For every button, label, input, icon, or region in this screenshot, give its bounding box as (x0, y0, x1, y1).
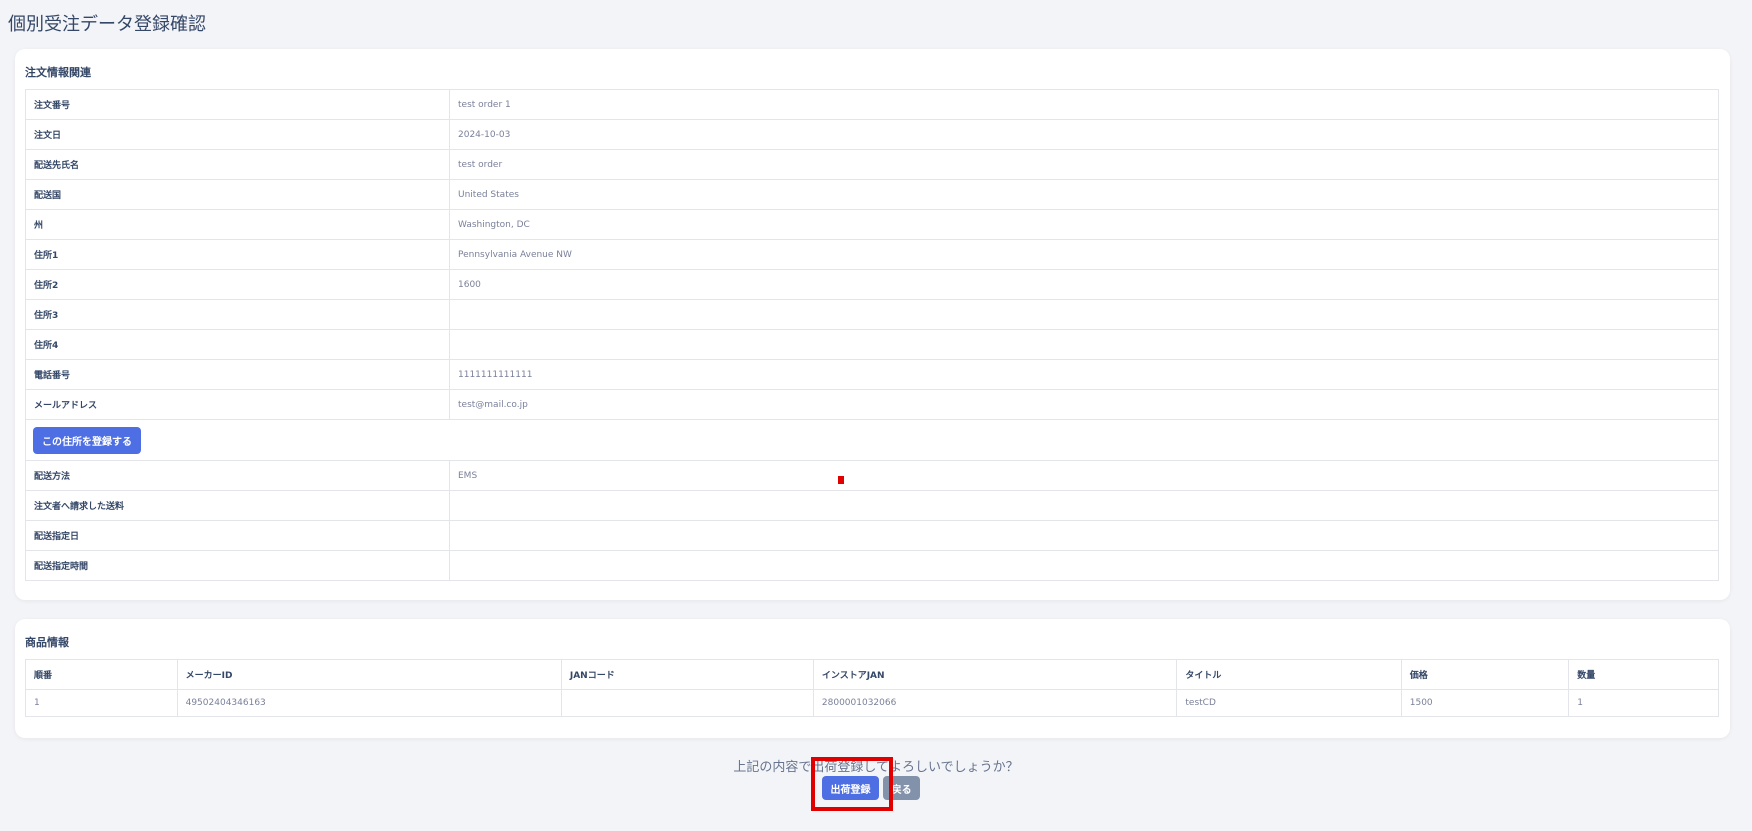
field-value: Washington, DC (449, 209, 1719, 240)
order-info-row: 配送方法 EMS (25, 460, 1719, 491)
order-info-title: 注文情報関連 (25, 66, 91, 79)
column-header: インストアJAN (812, 659, 1178, 690)
product-info-card: 商品情報 順番 メーカーID JANコード インストアJAN タイトル 価格 数量 1 495… (15, 619, 1730, 738)
field-label: 配送指定日 (25, 520, 450, 551)
order-info-row: 住所3 (25, 299, 1719, 330)
field-value: EMS (449, 460, 1719, 491)
action-buttons: 出荷登録 戻る (822, 776, 921, 800)
order-info-row: メールアドレス test@mail.co.jp (25, 389, 1719, 420)
product-table: 順番 メーカーID JANコード インストアJAN タイトル 価格 数量 1 49502404… (25, 659, 1719, 717)
order-info-row: 住所1 Pennsylvania Avenue NW (25, 239, 1719, 270)
field-value: 1111111111111 (449, 359, 1719, 390)
order-info-row: 住所2 1600 (25, 269, 1719, 300)
field-value (449, 550, 1719, 581)
field-label: 住所1 (25, 239, 450, 270)
order-info-table: 注文番号 test order 1 注文日 2024-10-03 配送先氏名 test o… (25, 89, 1719, 581)
order-info-row: 配送指定日 (25, 520, 1719, 551)
field-value (449, 490, 1719, 521)
page-title: 個別受注データ登録確認 (8, 14, 206, 35)
order-info-row: 注文者へ請求した送料 (25, 490, 1719, 521)
order-info-row: 配送指定時間 (25, 550, 1719, 581)
field-label: 配送指定時間 (25, 550, 450, 581)
product-table-header: 順番 メーカーID JANコード インストアJAN タイトル 価格 数量 (25, 659, 1719, 690)
confirm-message: 上記の内容で出荷登録してよろしいでしょうか？ (733, 760, 1019, 775)
field-value (449, 299, 1719, 330)
field-value: Pennsylvania Avenue NW (449, 239, 1719, 270)
ship-register-button[interactable]: 出荷登録 (822, 776, 879, 800)
field-value (449, 329, 1719, 360)
field-label: 住所3 (25, 299, 450, 330)
table-cell (560, 689, 814, 717)
register-address-row: この住所を登録する (25, 419, 1719, 461)
order-info-card: 注文情報関連 注文番号 test order 1 注文日 2024-10-03 配送先氏… (15, 49, 1730, 600)
order-info-row: 配送先氏名 test order (25, 149, 1719, 180)
back-button[interactable]: 戻る (883, 776, 921, 800)
order-info-row: 電話番号 1111111111111 (25, 359, 1719, 390)
column-header: 順番 (25, 659, 178, 690)
field-value: test@mail.co.jp (449, 389, 1719, 420)
field-label: 州 (25, 209, 450, 240)
column-header: 数量 (1568, 659, 1719, 690)
field-value (449, 520, 1719, 551)
field-label: 注文者へ請求した送料 (25, 490, 450, 521)
column-header: JANコード (560, 659, 814, 690)
order-info-row: 配送国 United States (25, 179, 1719, 210)
column-header: 価格 (1400, 659, 1570, 690)
field-label: 注文番号 (25, 89, 450, 120)
table-row: 1 49502404346163 2800001032066 testCD 1500 1 (25, 689, 1719, 717)
register-address-button[interactable]: この住所を登録する (33, 426, 141, 454)
field-value: test order (449, 149, 1719, 180)
order-info-row: 住所4 (25, 329, 1719, 360)
order-info-row: 州 Washington, DC (25, 209, 1719, 240)
field-label: 配送国 (25, 179, 450, 210)
order-info-row: 注文日 2024-10-03 (25, 119, 1719, 150)
field-label: 住所2 (25, 269, 450, 300)
table-cell: 2800001032066 (812, 689, 1178, 717)
field-label: 注文日 (25, 119, 450, 150)
column-header: メーカーID (176, 659, 562, 690)
table-cell: 1500 (1400, 689, 1570, 717)
field-value: 1600 (449, 269, 1719, 300)
column-header: タイトル (1176, 659, 1402, 690)
field-label: 電話番号 (25, 359, 450, 390)
table-cell: 1 (1568, 689, 1719, 717)
table-cell: testCD (1176, 689, 1402, 717)
product-info-title: 商品情報 (25, 636, 69, 649)
table-cell: 1 (25, 689, 178, 717)
field-label: メールアドレス (25, 389, 450, 420)
order-info-row: 注文番号 test order 1 (25, 89, 1719, 120)
red-marker (838, 476, 844, 484)
field-label: 住所4 (25, 329, 450, 360)
field-label: 配送先氏名 (25, 149, 450, 180)
field-value: 2024-10-03 (449, 119, 1719, 150)
field-label: 配送方法 (25, 460, 450, 491)
field-value: United States (449, 179, 1719, 210)
table-cell: 49502404346163 (176, 689, 562, 717)
field-value: test order 1 (449, 89, 1719, 120)
